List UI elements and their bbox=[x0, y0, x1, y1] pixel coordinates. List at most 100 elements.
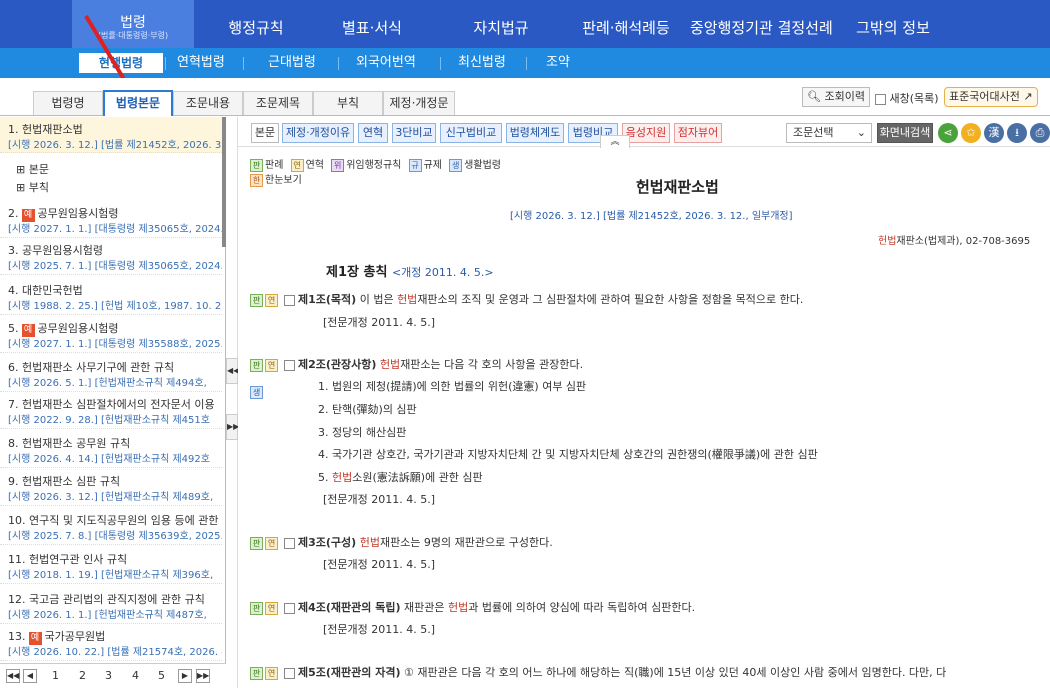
first-page-icon[interactable]: ◀◀ bbox=[6, 669, 20, 683]
body-button[interactable]: 본문 bbox=[251, 123, 279, 143]
list-item-title: 3. 공무원임용시험령 bbox=[8, 244, 103, 257]
panel-splitter[interactable] bbox=[226, 117, 238, 688]
precedent-icon[interactable]: 판 bbox=[250, 358, 263, 372]
amend-reason-button[interactable]: 제정·개정이유 bbox=[282, 123, 354, 143]
list-item[interactable]: 3. 공무원임용시험령 [시행 2025. 7. 1.] [대통령령 제3506… bbox=[0, 238, 222, 275]
living-law-link[interactable]: 생 bbox=[250, 382, 265, 401]
list-item[interactable]: 1. 헌법재판소법 [시행 2026. 3. 12.] [법률 제21452호,… bbox=[0, 117, 222, 153]
keyword-highlight: 헌법 bbox=[447, 601, 469, 614]
list-item[interactable]: 8. 헌법재판소 공무원 규칙 [시행 2026. 4. 14.] [헌법재판소… bbox=[0, 431, 222, 468]
list-item[interactable]: 7. 헌법재판소 심판절차에서의 전자문서 이용 [시행 2022. 9. 28… bbox=[0, 392, 222, 429]
hanja-button[interactable]: 漢 bbox=[984, 123, 1004, 143]
page-1[interactable]: 1 bbox=[52, 669, 59, 682]
list-item-sub: [시행 2026. 3. 12.] [법률 제21452호, 2026. 3. bbox=[8, 140, 222, 151]
article-checkbox[interactable] bbox=[283, 602, 295, 614]
next-page-icon[interactable]: ▶ bbox=[178, 669, 192, 683]
list-item-sub: [시행 2025. 7. 1.] [대통령령 제35065호, 2024. bbox=[8, 261, 222, 272]
old-new-compare-button[interactable]: 신구법비교 bbox=[440, 123, 502, 143]
download-icon[interactable]: ⭳ bbox=[1007, 123, 1027, 143]
article-item: 5. 헌법소원(憲法訴願)에 관한 심판 bbox=[318, 469, 483, 485]
tree-supplementary[interactable]: ⊞ 부칙 bbox=[16, 179, 49, 195]
history-icon[interactable]: 연 bbox=[265, 536, 278, 550]
print-icon[interactable]: ⎙ bbox=[1030, 123, 1050, 143]
sub-nav: 현행법령 연혁법령 근대법령 외국어번역 최신법령 조약 bbox=[0, 48, 1050, 78]
dictionary-button[interactable]: 표준국어대사전 ↗ bbox=[944, 87, 1038, 107]
in-page-search-button[interactable]: 화면내검색 bbox=[877, 123, 933, 143]
legend-precedent: 판례 bbox=[265, 160, 284, 171]
dictionary-label: 표준국어대사전 bbox=[949, 90, 1020, 103]
new-window-toggle[interactable]: 새창(목록) bbox=[875, 90, 939, 106]
article-item: 3. 정당의 해산심판 bbox=[318, 426, 407, 439]
history-icon[interactable]: 연 bbox=[265, 666, 278, 680]
tab-article-title[interactable]: 조문제목 bbox=[243, 91, 313, 115]
tab-article-content[interactable]: 조문내용 bbox=[173, 91, 243, 115]
page-3[interactable]: 3 bbox=[105, 669, 112, 682]
last-page-icon[interactable]: ▶▶ bbox=[196, 669, 210, 683]
article-checkbox[interactable] bbox=[283, 359, 295, 371]
article-checkbox[interactable] bbox=[283, 667, 295, 679]
top-nav-central-agency[interactable]: 중앙행정기관 결정선례 bbox=[690, 0, 833, 48]
precedent-icon[interactable]: 판 bbox=[250, 666, 263, 680]
sub-nav-latest-laws[interactable]: 최신법령 bbox=[458, 48, 506, 78]
article-heading: 제1조(목적) bbox=[298, 293, 357, 306]
list-item-title: 9. 헌법재판소 심판 규칙 bbox=[8, 475, 121, 488]
amend-note: [전문개정 2011. 4. 5.] bbox=[323, 493, 436, 506]
history-button[interactable]: 🔍︎ 조회이력 bbox=[802, 87, 870, 107]
list-item[interactable]: 9. 헌법재판소 심판 규칙 [시행 2026. 3. 12.] [헌법재판소규… bbox=[0, 469, 222, 506]
article-select[interactable]: 조문선택 ⌄ bbox=[786, 123, 872, 143]
sub-nav-history-laws[interactable]: 연혁법령 bbox=[177, 48, 225, 78]
article-4: 판연 제4조(재판관의 독립) 재판관은 헌법과 법률에 의하여 양심에 따라 … bbox=[250, 599, 695, 615]
top-nav-precedents[interactable]: 판례·해석례등 bbox=[580, 0, 672, 48]
new-window-checkbox[interactable] bbox=[875, 93, 886, 105]
collapse-left-icon[interactable]: ◀◀ bbox=[226, 358, 239, 384]
list-item[interactable]: 2. 예 공무원임용시험령 [시행 2027. 1. 1.] [대통령령 제3506… bbox=[0, 201, 222, 238]
page-4[interactable]: 4 bbox=[132, 669, 139, 682]
favorite-icon[interactable]: ✩ bbox=[961, 123, 981, 143]
tab-amendment-text[interactable]: 제정·개정문 bbox=[383, 91, 455, 115]
page-5[interactable]: 5 bbox=[158, 669, 165, 682]
tab-supplementary[interactable]: 부칙 bbox=[313, 91, 383, 115]
article-heading: 제5조(재판관의 자격) bbox=[298, 666, 401, 679]
sub-nav-divider bbox=[243, 57, 244, 70]
history-icon[interactable]: 연 bbox=[265, 601, 278, 615]
list-item[interactable]: 6. 헌법재판소 사무기구에 관한 규칙 [시행 2026. 5. 1.] [헌… bbox=[0, 355, 222, 392]
article-text: 이 법은 bbox=[359, 293, 394, 306]
prev-page-icon[interactable]: ◀ bbox=[23, 669, 37, 683]
list-item[interactable]: 5. 예 공무원임용시험령 [시행 2027. 1. 1.] [대통령령 제3558… bbox=[0, 316, 222, 353]
sub-nav-foreign-translation[interactable]: 외국어번역 bbox=[356, 48, 416, 78]
precedent-icon[interactable]: 판 bbox=[250, 293, 263, 307]
history-law-button[interactable]: 연혁 bbox=[358, 123, 388, 143]
top-nav-other-info[interactable]: 그밖의 정보 bbox=[856, 0, 930, 48]
tab-law-body[interactable]: 법령본문 bbox=[103, 90, 173, 116]
law-structure-button[interactable]: 법령체계도 bbox=[506, 123, 564, 143]
tree-body[interactable]: ⊞ 본문 bbox=[16, 161, 49, 177]
collapse-up-icon[interactable]: ︽ bbox=[600, 135, 630, 149]
list-item[interactable]: 11. 헌법연구관 인사 규칙 [시행 2018. 1. 19.] [헌법재판소… bbox=[0, 547, 222, 584]
list-item[interactable]: 10. 연구직 및 지도직공무원의 임용 등에 관한 [시행 2025. 7. … bbox=[0, 508, 222, 545]
precedent-icon[interactable]: 판 bbox=[250, 536, 263, 550]
list-item[interactable]: 4. 대한민국헌법 [시행 1988. 2. 25.] [헌법 제10호, 19… bbox=[0, 278, 222, 315]
top-nav-admin-rules[interactable]: 행정규칙 bbox=[228, 0, 284, 48]
sub-nav-treaties[interactable]: 조약 bbox=[546, 48, 570, 78]
top-nav-appendix-forms[interactable]: 별표·서식 bbox=[336, 0, 408, 48]
list-item-title: 10. 연구직 및 지도직공무원의 임용 등에 관한 bbox=[8, 514, 219, 527]
share-icon[interactable]: ⋖ bbox=[938, 123, 958, 143]
oneview-link[interactable]: 한 한눈보기 bbox=[250, 171, 302, 187]
top-nav-local-laws[interactable]: 자치법규 bbox=[470, 0, 532, 48]
keyword-highlight: 헌법 bbox=[359, 536, 380, 549]
tab-law-name[interactable]: 법령명 bbox=[33, 91, 103, 115]
expand-left-icon[interactable]: ▶▶ bbox=[226, 414, 239, 440]
sub-nav-modern-laws[interactable]: 근대법령 bbox=[268, 48, 316, 78]
history-icon[interactable]: 연 bbox=[265, 293, 278, 307]
history-icon[interactable]: 연 bbox=[265, 358, 278, 372]
article-checkbox[interactable] bbox=[283, 294, 295, 306]
three-way-compare-button[interactable]: 3단비교 bbox=[392, 123, 436, 143]
list-item[interactable]: 13. 예 국가공무원법 [시행 2026. 10. 22.] [법률 제21574… bbox=[0, 624, 222, 661]
article-text: 재판소는 다음 각 호의 사항을 관장한다. bbox=[400, 358, 584, 371]
list-item-sub: [시행 2027. 1. 1.] [대통령령 제35065호, 2024. bbox=[8, 224, 222, 235]
article-checkbox[interactable] bbox=[283, 537, 295, 549]
braille-viewer-button[interactable]: 점자뷰어 bbox=[674, 123, 722, 143]
precedent-icon[interactable]: 판 bbox=[250, 601, 263, 615]
list-item[interactable]: 12. 국고금 관리법의 관직지정에 관한 규칙 [시행 2026. 1. 1.… bbox=[0, 587, 222, 624]
page-2[interactable]: 2 bbox=[79, 669, 86, 682]
